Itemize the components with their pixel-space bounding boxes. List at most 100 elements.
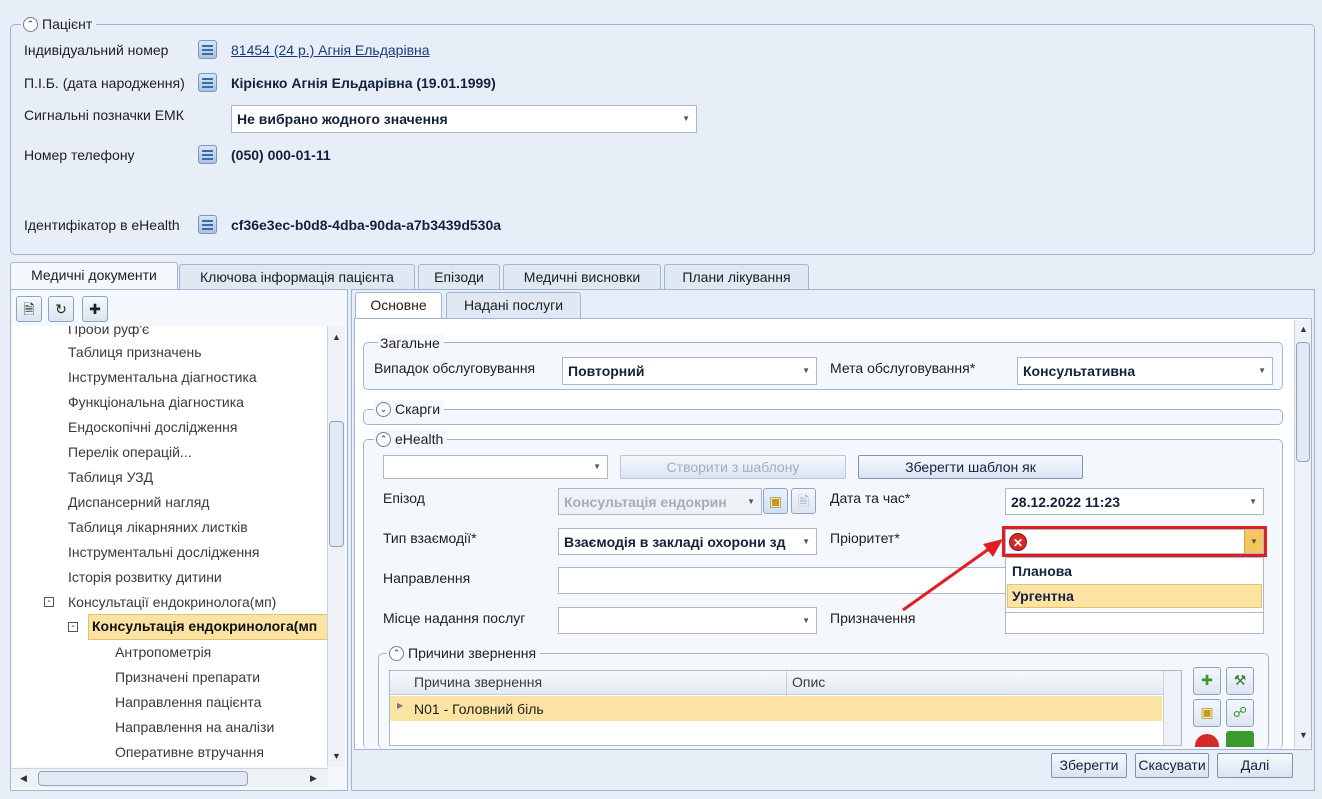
- tree-item[interactable]: Диспансерний нагляд: [68, 494, 209, 510]
- episode-combo[interactable]: Консультація ендокрин ▼: [558, 488, 762, 515]
- ehealth-id-value: cf36e3ec-b0d8-4dba-90da-a7b3439d530a: [231, 217, 502, 233]
- refresh-doc-icon[interactable]: ↻: [48, 296, 74, 322]
- scroll-down-icon[interactable]: ▼: [1299, 730, 1308, 740]
- book-icon[interactable]: ▣: [1193, 699, 1221, 727]
- tree-item[interactable]: Історія розвитку дитини: [68, 569, 222, 585]
- priority-option[interactable]: Планова: [1012, 563, 1072, 579]
- scroll-thumb[interactable]: [1296, 342, 1310, 462]
- card-icon[interactable]: [198, 40, 217, 59]
- link-icon[interactable]: ☍: [1226, 699, 1254, 727]
- tree-group[interactable]: Консультації ендокринолога(мп): [68, 594, 276, 610]
- interaction-combo[interactable]: Взаємодія в закладі охорони зд ▼: [558, 528, 817, 555]
- table-scrollbar[interactable]: [1163, 671, 1181, 745]
- referral-label: Направлення: [383, 570, 471, 586]
- signals-combo[interactable]: Не вибрано жодного значення ▼: [231, 105, 697, 133]
- tab-episodes[interactable]: Епізоди: [418, 264, 500, 290]
- collapse-node-icon[interactable]: -: [68, 622, 78, 632]
- form-scrollbar[interactable]: ▲ ▼: [1294, 320, 1311, 748]
- next-button[interactable]: Далі: [1217, 753, 1293, 778]
- book-icon[interactable]: ▣: [763, 488, 788, 514]
- priority-dropdown: Планова Ургентна: [1005, 557, 1264, 613]
- tree-child[interactable]: Антропометрія: [115, 644, 211, 660]
- tab-main[interactable]: Основне: [355, 292, 442, 320]
- scroll-left-icon[interactable]: ◀: [20, 773, 27, 784]
- column-header[interactable]: Причина звернення: [414, 674, 542, 690]
- scroll-thumb[interactable]: [329, 421, 344, 547]
- edit-icon[interactable]: [1226, 731, 1254, 747]
- create-from-template-button[interactable]: Створити з шаблону: [620, 455, 846, 479]
- scroll-down-icon[interactable]: ▼: [332, 751, 341, 761]
- datetime-combo[interactable]: 28.12.2022 11:23 ▼: [1005, 488, 1264, 515]
- tab-key-info[interactable]: Ключова інформація пацієнта: [179, 264, 415, 290]
- save-template-button[interactable]: Зберегти шаблон як: [858, 455, 1083, 479]
- datetime-label: Дата та час*: [830, 490, 911, 506]
- collapse-node-icon[interactable]: -: [44, 597, 54, 607]
- interaction-value: Взаємодія в закладі охорони зд: [564, 534, 786, 550]
- delete-icon[interactable]: [1193, 731, 1221, 747]
- tree-item[interactable]: Перелік операцій...: [68, 444, 192, 460]
- tree-item[interactable]: Інструментальні дослідження: [68, 544, 259, 560]
- tree-scrollbar-vertical[interactable]: ▲ ▼: [327, 326, 345, 767]
- chevron-down-icon[interactable]: ▼: [1244, 530, 1263, 553]
- interaction-label: Тип взаємодії*: [383, 530, 477, 546]
- tab-services[interactable]: Надані послуги: [446, 292, 581, 318]
- tools-icon[interactable]: ⚒: [1226, 667, 1254, 695]
- tree-view: Проби руф'є Таблиця призначень Інструмен…: [12, 326, 328, 767]
- add-doc-icon[interactable]: ✚: [82, 296, 108, 322]
- scroll-up-icon[interactable]: ▲: [332, 332, 341, 342]
- collapse-icon[interactable]: ⌃: [389, 645, 404, 661]
- chevron-down-icon: ▼: [802, 366, 810, 375]
- column-header[interactable]: Опис: [792, 674, 825, 690]
- document-icon[interactable]: 🗎: [791, 488, 816, 514]
- chevron-down-icon: ▼: [593, 462, 601, 471]
- template-combo[interactable]: ▼: [383, 455, 608, 479]
- tree-item[interactable]: Таблиця призначень: [68, 344, 202, 360]
- chevron-down-icon: ▼: [682, 114, 690, 123]
- phone-label: Номер телефону: [24, 147, 135, 163]
- tree-item[interactable]: Ендоскопічні дослідження: [68, 419, 237, 435]
- case-combo[interactable]: Повторний ▼: [562, 357, 817, 385]
- tree-child[interactable]: Направлення на аналізи: [115, 719, 274, 735]
- scroll-up-icon[interactable]: ▲: [1299, 324, 1308, 334]
- tree-item[interactable]: Функціональна діагностика: [68, 394, 244, 410]
- card-icon[interactable]: [198, 145, 217, 164]
- new-doc-icon[interactable]: 🗎: [16, 296, 42, 322]
- collapse-icon[interactable]: ⌃: [23, 16, 38, 32]
- tree-selected-item[interactable]: Консультація ендокринолога(мп: [92, 618, 317, 634]
- priority-label: Пріоритет*: [830, 530, 900, 546]
- purpose-combo[interactable]: Консультативна ▼: [1017, 357, 1273, 385]
- expand-icon[interactable]: ⌄: [376, 401, 391, 417]
- priority-combo[interactable]: ✕ ▼: [1005, 529, 1264, 554]
- tree-item[interactable]: Проби руф'є: [68, 326, 149, 337]
- row-indicator-icon: ▶: [397, 701, 404, 710]
- card-icon[interactable]: [198, 73, 217, 92]
- tree-child[interactable]: Призначені препарати: [115, 669, 260, 685]
- add-row-icon[interactable]: ✚: [1193, 667, 1221, 695]
- priority-option[interactable]: Ургентна: [1012, 588, 1074, 604]
- tree-item[interactable]: Таблиця лікарняних листків: [68, 519, 248, 535]
- tree-child[interactable]: Оперативне втручання: [115, 744, 264, 760]
- datetime-value: 28.12.2022 11:23: [1011, 494, 1120, 510]
- appointment-field[interactable]: [1005, 612, 1264, 634]
- scroll-thumb[interactable]: [38, 771, 248, 786]
- save-button[interactable]: Зберегти: [1051, 753, 1127, 778]
- ehealth-id-label: Ідентифікатор в eHealth: [24, 217, 180, 233]
- table-cell[interactable]: N01 - Головний біль: [414, 701, 544, 717]
- tree-scrollbar-horizontal[interactable]: ◀ ▶: [12, 768, 328, 788]
- tab-treatment-plans[interactable]: Плани лікування: [664, 264, 809, 290]
- cancel-button[interactable]: Скасувати: [1135, 753, 1209, 778]
- id-label: Індивідуальний номер: [24, 42, 169, 58]
- complaints-title: Скарги: [395, 401, 441, 417]
- patient-id-link[interactable]: 81454 (24 р.) Агнія Ельдарівна: [231, 42, 430, 58]
- tree-item[interactable]: Таблиця УЗД: [68, 469, 153, 485]
- patient-name: Кірієнко Агнія Ельдарівна (19.01.1999): [231, 75, 496, 91]
- place-combo[interactable]: ▼: [558, 607, 817, 634]
- tree-child[interactable]: Направлення пацієнта: [115, 694, 261, 710]
- collapse-icon[interactable]: ⌃: [376, 431, 391, 447]
- tab-medical-docs[interactable]: Медичні документи: [10, 262, 178, 290]
- card-icon[interactable]: [198, 215, 217, 234]
- tab-conclusions[interactable]: Медичні висновки: [503, 264, 661, 290]
- scroll-right-icon[interactable]: ▶: [310, 773, 317, 784]
- tree-item[interactable]: Інструментальна діагностика: [68, 369, 257, 385]
- complaints-legend: ⌄ Скарги: [374, 400, 445, 418]
